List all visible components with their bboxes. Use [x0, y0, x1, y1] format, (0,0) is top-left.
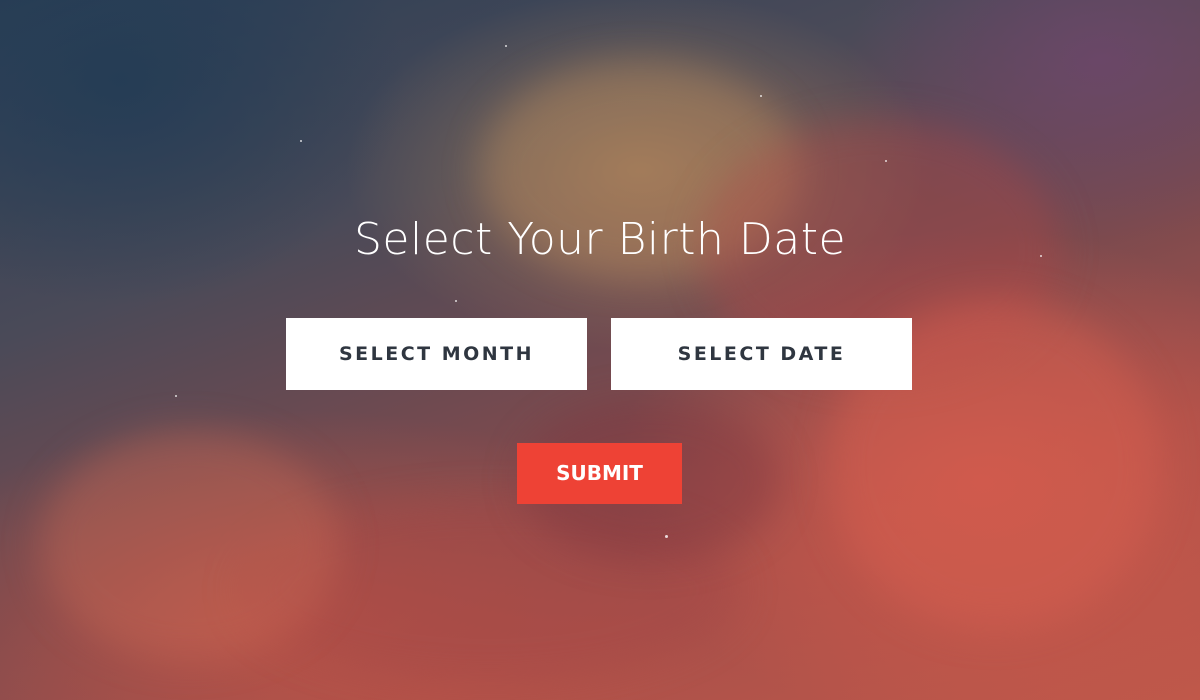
page-title: Select Your Birth Date: [353, 214, 847, 265]
submit-button[interactable]: SUBMIT: [517, 443, 682, 504]
select-date-button[interactable]: SELECT DATE: [611, 318, 912, 390]
birth-date-form: Select Your Birth Date SELECT MONTH SELE…: [0, 0, 1200, 700]
select-month-button[interactable]: SELECT MONTH: [286, 318, 587, 390]
